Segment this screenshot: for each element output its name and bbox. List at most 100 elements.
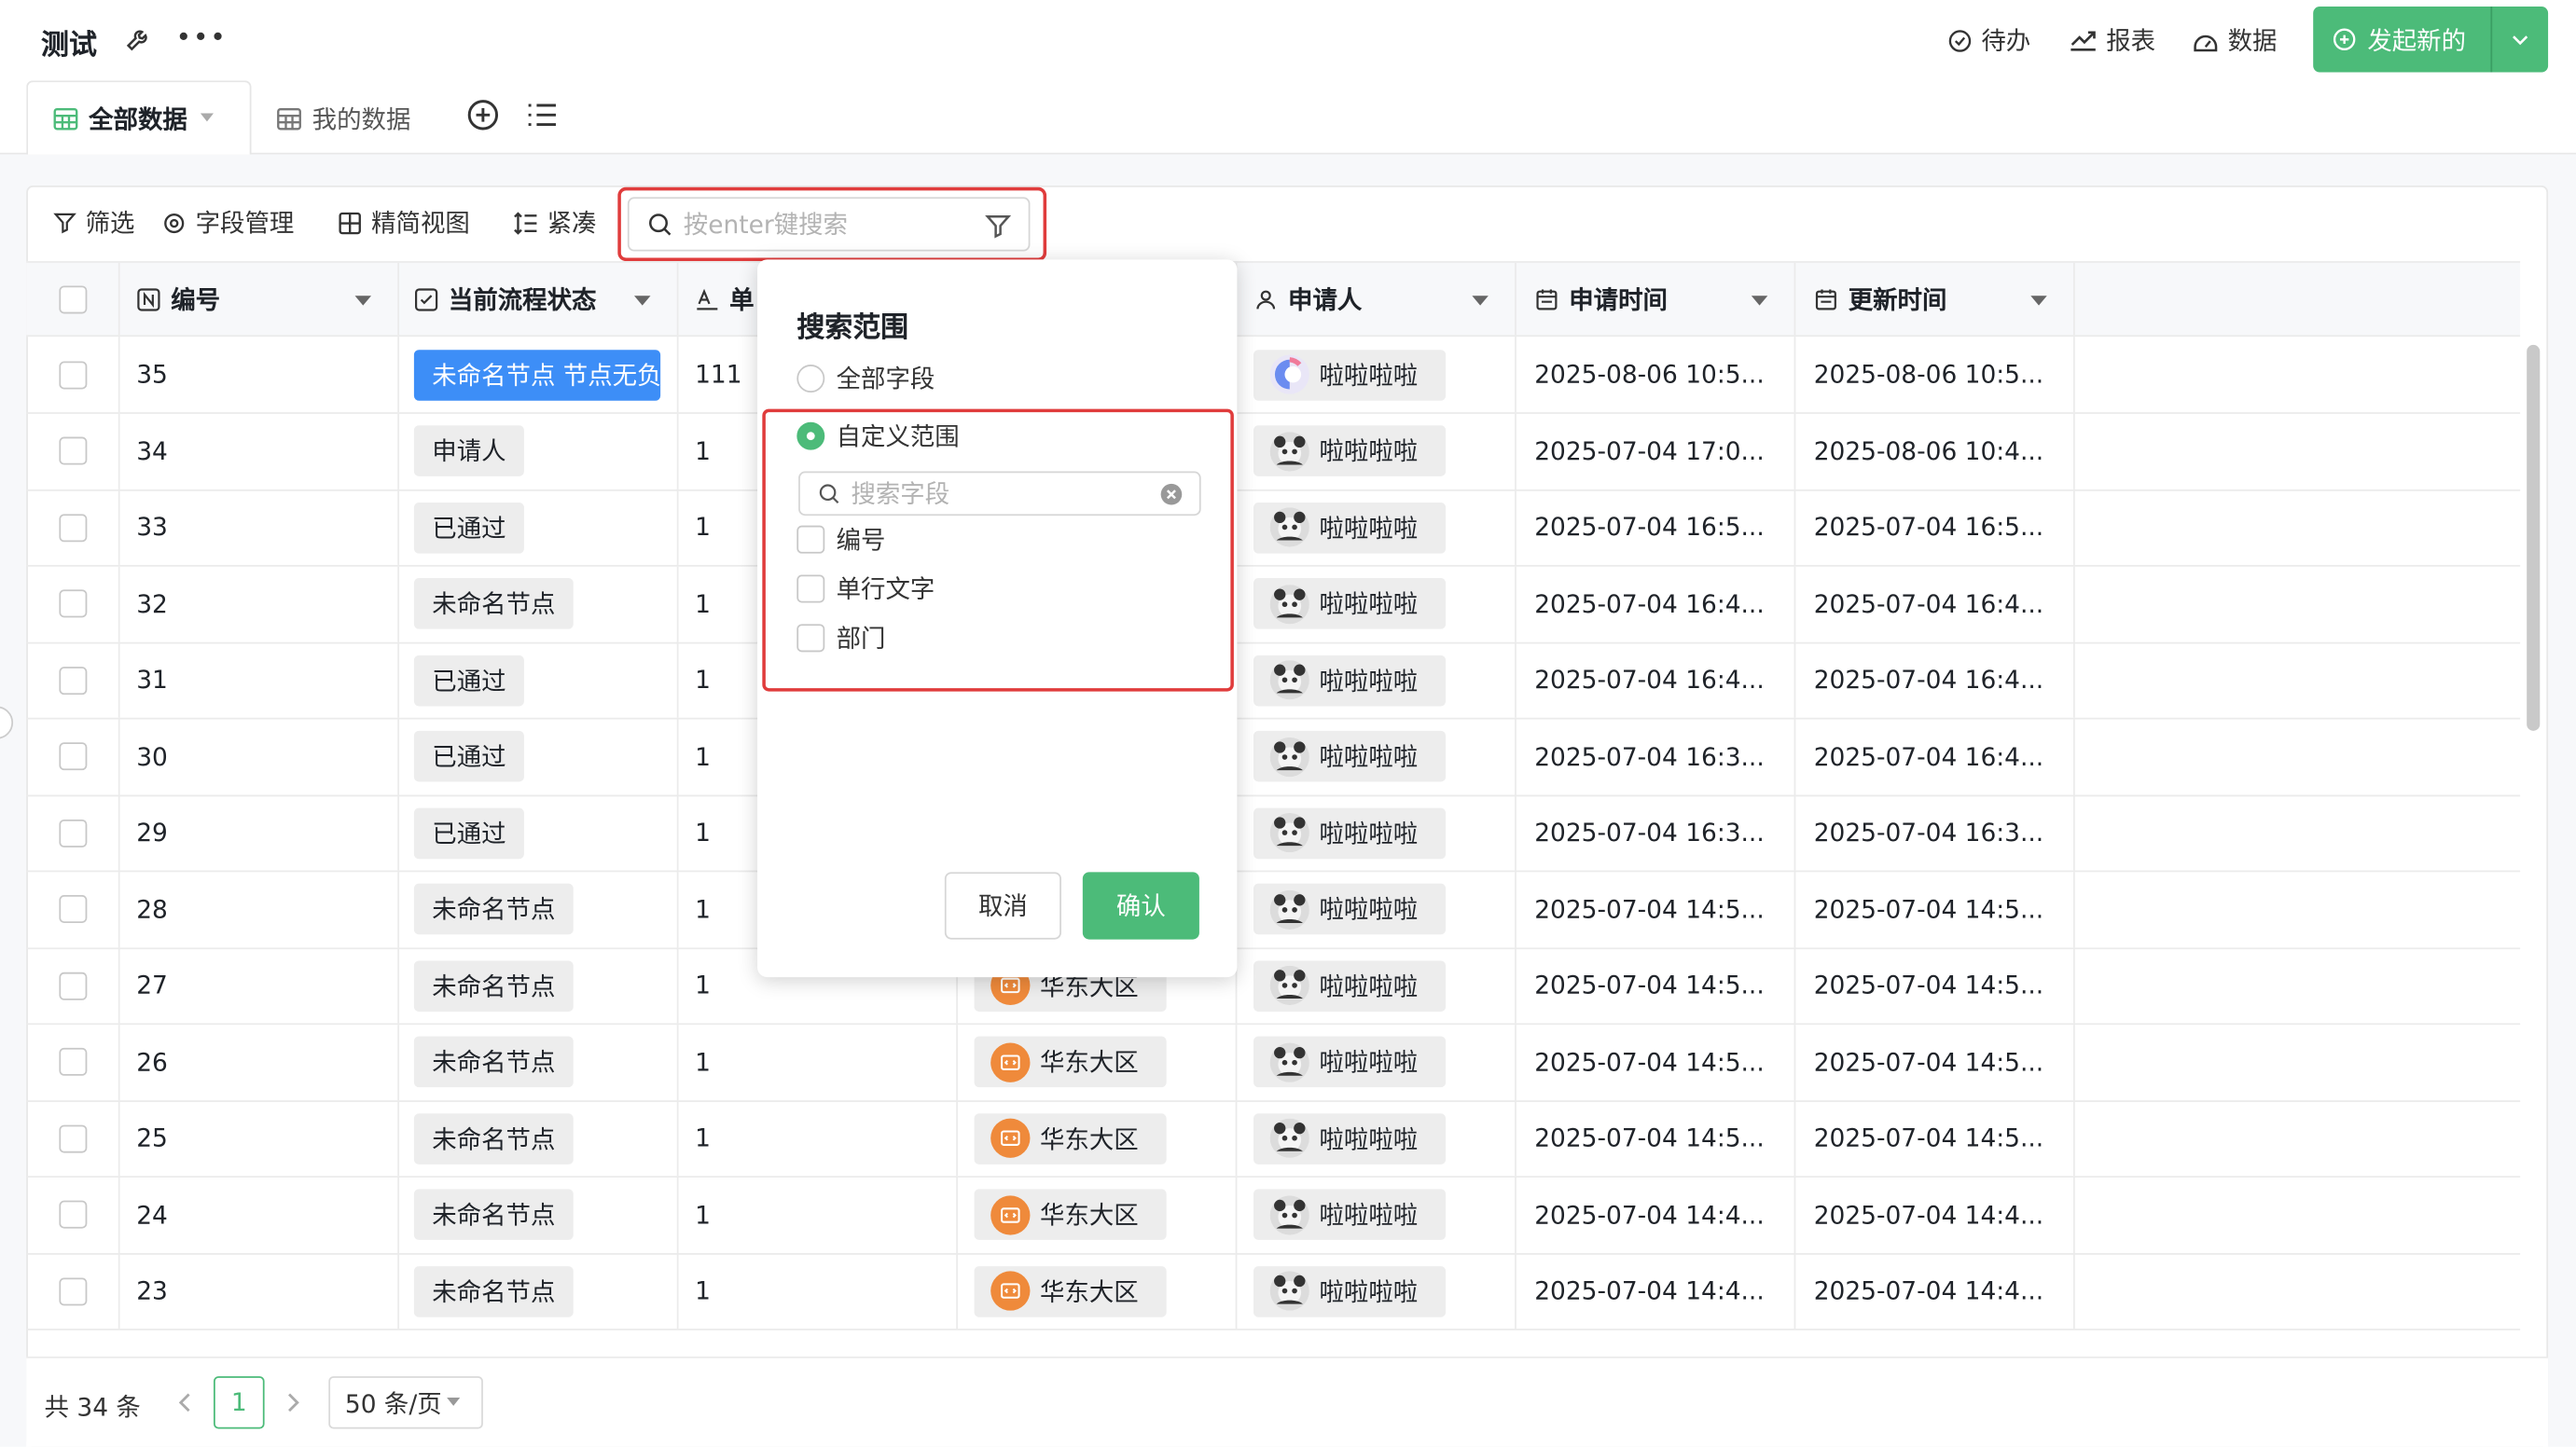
- cell-status[interactable]: 未命名节点: [399, 1024, 679, 1100]
- cell-applicant[interactable]: 啦啦啦啦: [1237, 1024, 1517, 1100]
- search-input[interactable]: [683, 209, 979, 240]
- cell-updated[interactable]: 2025-07-04 16:3...: [1795, 794, 2075, 871]
- select-all-checkbox[interactable]: [58, 284, 87, 313]
- table-row[interactable]: 26 未命名节点 1 华东大区 啦啦啦啦 2025-07-04 14:5... 2025-0…: [26, 1024, 2521, 1102]
- vertical-scrollbar[interactable]: [2527, 344, 2541, 731]
- cell-created[interactable]: 2025-07-04 16:3...: [1517, 794, 1796, 871]
- cell-id[interactable]: 29: [120, 794, 400, 871]
- cell-status[interactable]: 未命名节点: [399, 1177, 679, 1253]
- chevron-right-icon[interactable]: [286, 1393, 301, 1413]
- cell-status[interactable]: 已通过: [399, 641, 679, 718]
- tab-all-data[interactable]: 全部数据: [26, 80, 252, 157]
- cell-updated[interactable]: 2025-07-04 14:5...: [1795, 1100, 2075, 1177]
- caret-down-icon[interactable]: [200, 113, 215, 124]
- cell-dept[interactable]: 华东大区: [958, 1253, 1238, 1330]
- header-created[interactable]: 申请时间: [1517, 262, 1796, 336]
- cell-created[interactable]: 2025-07-04 16:4...: [1517, 641, 1796, 718]
- cell-status[interactable]: 已通过: [399, 489, 679, 565]
- row-checkbox[interactable]: [58, 1047, 87, 1076]
- table-row[interactable]: 23 未命名节点 1 华东大区 啦啦啦啦 2025-07-04 14:4... 2025-0…: [26, 1253, 2521, 1330]
- row-checkbox[interactable]: [58, 1123, 87, 1152]
- table-row[interactable]: 28 未命名节点 1 啦啦啦啦 2025-07-04 14:5... 2025-07-04…: [26, 871, 2521, 949]
- cell-created[interactable]: 2025-07-04 14:5...: [1517, 871, 1796, 947]
- cell-id[interactable]: 23: [120, 1253, 400, 1330]
- row-checkbox[interactable]: [58, 1276, 87, 1305]
- cell-id[interactable]: 35: [120, 337, 400, 413]
- cell-id[interactable]: 31: [120, 641, 400, 718]
- cell-status[interactable]: 未命名节点: [399, 1253, 679, 1330]
- caret-down-icon[interactable]: [2030, 296, 2047, 307]
- caret-down-icon[interactable]: [354, 296, 372, 307]
- cell-text[interactable]: 1: [678, 1024, 958, 1100]
- cell-updated[interactable]: 2025-07-04 14:5...: [1795, 871, 2075, 947]
- search-filter-icon[interactable]: [984, 212, 1012, 240]
- table-row[interactable]: 34 申请人 1 啦啦啦啦 2025-07-04 17:0... 2025-08-06 1…: [26, 413, 2521, 490]
- cell-applicant[interactable]: 啦啦啦啦: [1237, 947, 1517, 1024]
- cell-created[interactable]: 2025-08-06 10:5...: [1517, 337, 1796, 413]
- cell-dept[interactable]: 华东大区: [958, 1100, 1238, 1177]
- filter-button[interactable]: 筛选: [52, 205, 134, 240]
- cell-created[interactable]: 2025-07-04 14:4...: [1517, 1253, 1796, 1330]
- more-icon[interactable]: •••: [175, 24, 227, 50]
- row-checkbox[interactable]: [58, 971, 87, 999]
- chevron-left-icon[interactable]: [177, 1393, 192, 1413]
- cell-applicant[interactable]: 啦啦啦啦: [1237, 871, 1517, 947]
- radio-circle[interactable]: [796, 365, 825, 393]
- row-checkbox[interactable]: [58, 1200, 87, 1229]
- cell-created[interactable]: 2025-07-04 14:5...: [1517, 947, 1796, 1024]
- cell-applicant[interactable]: 啦啦啦啦: [1237, 794, 1517, 871]
- cell-applicant[interactable]: 啦啦啦啦: [1237, 718, 1517, 794]
- radio-all-fields[interactable]: 全部字段: [796, 362, 935, 396]
- header-updated[interactable]: 更新时间: [1795, 262, 2075, 336]
- compact-view-button[interactable]: 精简视图: [337, 205, 470, 240]
- cell-applicant[interactable]: 啦啦啦啦: [1237, 1100, 1517, 1177]
- table-row[interactable]: 24 未命名节点 1 华东大区 啦啦啦啦 2025-07-04 14:4... 2025-0…: [26, 1177, 2521, 1254]
- header-status[interactable]: 当前流程状态: [399, 262, 679, 336]
- tab-my-data[interactable]: 我的数据: [276, 102, 410, 136]
- cell-status[interactable]: 未命名节点: [399, 871, 679, 947]
- cell-status[interactable]: 申请人: [399, 413, 679, 489]
- cell-id[interactable]: 30: [120, 718, 400, 794]
- cell-updated[interactable]: 2025-08-06 10:4...: [1795, 413, 2075, 489]
- page-size-select[interactable]: 50 条/页: [328, 1376, 483, 1429]
- caret-down-icon[interactable]: [1472, 296, 1489, 307]
- wrench-icon[interactable]: [125, 24, 153, 52]
- caret-down-icon[interactable]: [1751, 296, 1768, 307]
- cell-updated[interactable]: 2025-07-04 14:4...: [1795, 1253, 2075, 1330]
- cell-status[interactable]: 未命名节点: [399, 1100, 679, 1177]
- cell-applicant[interactable]: 啦啦啦啦: [1237, 1253, 1517, 1330]
- table-row[interactable]: 35 未命名节点 节点无负责人 111 啦啦啦啦 2025-08-06 10:5... 2…: [26, 337, 2521, 414]
- row-checkbox[interactable]: [58, 513, 87, 542]
- cell-id[interactable]: 28: [120, 871, 400, 947]
- cell-status[interactable]: 已通过: [399, 718, 679, 794]
- cell-created[interactable]: 2025-07-04 16:5...: [1517, 489, 1796, 565]
- cell-text[interactable]: 1: [678, 1100, 958, 1177]
- cell-dept[interactable]: 华东大区: [958, 1177, 1238, 1253]
- cell-updated[interactable]: 2025-07-04 14:5...: [1795, 1024, 2075, 1100]
- create-dropdown-button[interactable]: [2492, 7, 2548, 72]
- table-row[interactable]: 25 未命名节点 1 华东大区 啦啦啦啦 2025-07-04 14:5... 2025-0…: [26, 1100, 2521, 1178]
- search-box[interactable]: [627, 197, 1031, 252]
- cell-status[interactable]: 未命名节点 节点无负责人: [399, 337, 679, 413]
- cell-updated[interactable]: 2025-07-04 16:4...: [1795, 565, 2075, 641]
- cell-applicant[interactable]: 啦啦啦啦: [1237, 489, 1517, 565]
- cell-text[interactable]: 1: [678, 1177, 958, 1253]
- cell-text[interactable]: 1: [678, 1253, 958, 1330]
- cell-dept[interactable]: 华东大区: [958, 1024, 1238, 1100]
- cell-created[interactable]: 2025-07-04 14:5...: [1517, 1100, 1796, 1177]
- table-row[interactable]: 31 已通过 1 啦啦啦啦 2025-07-04 16:4... 2025-07-04 1…: [26, 641, 2521, 720]
- cell-id[interactable]: 26: [120, 1024, 400, 1100]
- row-checkbox[interactable]: [58, 742, 87, 771]
- table-row[interactable]: 33 已通过 1 啦啦啦啦 2025-07-04 16:5... 2025-07-04 1…: [26, 489, 2521, 567]
- cell-status[interactable]: 已通过: [399, 794, 679, 871]
- create-new-button[interactable]: 发起新的: [2313, 7, 2549, 73]
- table-row[interactable]: 32 未命名节点 1 啦啦啦啦 2025-07-04 16:4... 2025-07-04…: [26, 565, 2521, 643]
- header-applicant[interactable]: 申请人: [1237, 262, 1517, 336]
- cell-id[interactable]: 27: [120, 947, 400, 1024]
- cell-updated[interactable]: 2025-07-04 14:5...: [1795, 947, 2075, 1024]
- cell-status[interactable]: 未命名节点: [399, 947, 679, 1024]
- cell-created[interactable]: 2025-07-04 14:4...: [1517, 1177, 1796, 1253]
- report-link[interactable]: 报表: [2069, 23, 2155, 58]
- row-checkbox[interactable]: [58, 819, 87, 848]
- data-link[interactable]: 数据: [2192, 23, 2277, 58]
